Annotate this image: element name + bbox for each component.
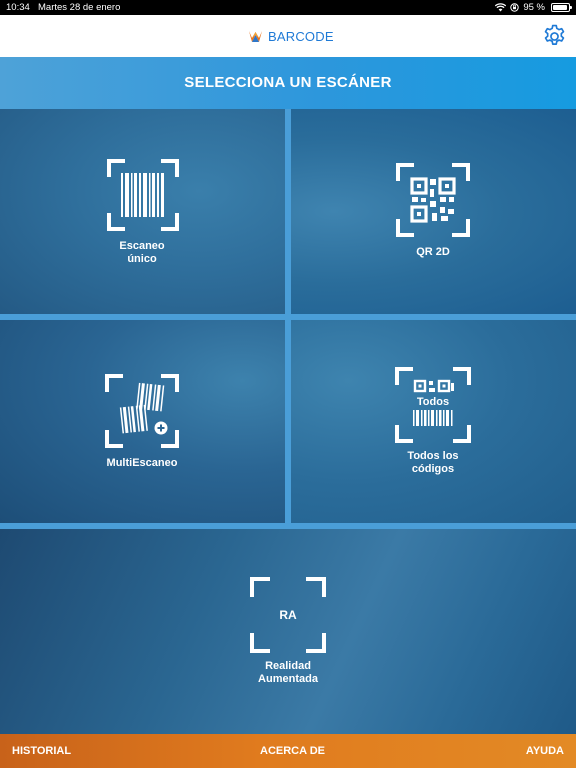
- tile-qr[interactable]: QR 2D: [291, 109, 576, 314]
- tile-label: códigos: [411, 463, 455, 475]
- bottom-nav: HISTORIAL ACERCA DE AYUDA: [0, 734, 576, 768]
- barcode-scan-icon: [107, 159, 179, 231]
- status-bar: 10:34 Martes 28 de enero 95 %: [0, 0, 576, 15]
- brand-name: BARCODE: [268, 28, 334, 44]
- ar-icon-text: RA: [279, 608, 297, 622]
- status-time: 10:34: [6, 2, 30, 13]
- battery-percent: 95 %: [523, 2, 545, 13]
- page-title: SELECCIONA UN ESCÁNER: [0, 57, 576, 109]
- tile-all-codes[interactable]: Todos Todos los códigos: [291, 320, 576, 523]
- tile-multi-scan[interactable]: MultiEscaneo: [0, 320, 285, 523]
- app-header: BARCODE: [0, 15, 576, 58]
- tile-label: Todos los: [407, 450, 459, 462]
- nav-history[interactable]: HISTORIAL: [12, 734, 71, 768]
- multi-scan-icon: [105, 374, 179, 448]
- tile-label: Realidad: [265, 660, 311, 672]
- tile-label: MultiEscaneo: [106, 457, 178, 469]
- tile-label: Escaneo: [119, 240, 165, 252]
- tile-label: Aumentada: [258, 673, 318, 685]
- gear-icon[interactable]: [542, 24, 567, 49]
- all-codes-icon: Todos: [395, 367, 471, 443]
- barcode-logo-icon: [249, 30, 262, 42]
- wifi-icon: [495, 3, 507, 12]
- qr-scan-icon: [396, 163, 470, 237]
- nav-help[interactable]: AYUDA: [526, 734, 564, 768]
- status-right: 95 %: [495, 0, 572, 15]
- ar-scan-icon: RA: [250, 577, 326, 653]
- battery-icon: [551, 3, 572, 12]
- tile-single-scan[interactable]: Escaneo único: [0, 109, 285, 314]
- nav-about[interactable]: ACERCA DE: [260, 734, 325, 768]
- tile-label: único: [127, 253, 157, 265]
- orientation-lock-icon: [510, 3, 520, 12]
- tile-label: QR 2D: [416, 246, 450, 258]
- tile-augmented-reality[interactable]: RA Realidad Aumentada: [0, 529, 576, 734]
- all-codes-icon-text: Todos: [417, 396, 449, 408]
- brand: BARCODE: [248, 27, 334, 45]
- status-date: Martes 28 de enero: [38, 2, 121, 13]
- scanner-grid: Escaneo único QR 2D MultiEscaneo Todos T…: [0, 109, 576, 734]
